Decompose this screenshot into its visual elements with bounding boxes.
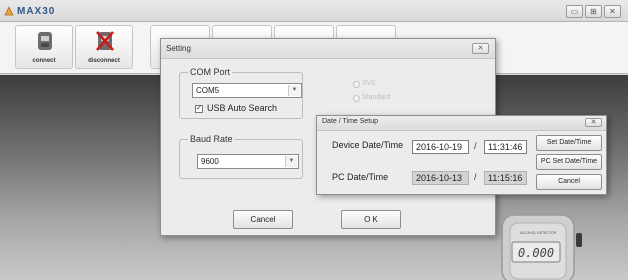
setting-ok-button[interactable]: O K [341, 210, 401, 229]
disconnect-label: disconnect [88, 58, 120, 64]
datetime-close-button[interactable]: ✕ [585, 118, 602, 127]
device-date-separator: / [474, 141, 477, 151]
setting-dialog-titlebar: Setting ✕ [161, 39, 495, 59]
baud-rate-value: 9600 [201, 157, 219, 166]
set-datetime-button[interactable]: Set Date/Time [536, 135, 602, 151]
title-bar: MAX30 ▭ ⊞ ✕ [0, 0, 628, 22]
pc-date-separator: / [474, 172, 477, 182]
com-port-label: COM Port [188, 67, 233, 77]
pc-set-datetime-button[interactable]: PC Set Date/Time [536, 154, 602, 170]
device-datetime-label: Device Date/Time [332, 140, 404, 150]
pc-time-field: 11:15:16 [484, 171, 527, 185]
baud-rate-group: Baud Rate 9600 ▼ [179, 134, 303, 179]
com-port-value: COM5 [196, 86, 220, 95]
radio-sv0-label: SV0 [362, 80, 376, 87]
com-port-select[interactable]: COM5 ▼ [192, 83, 302, 98]
radio-standard-label: Standard [362, 94, 391, 101]
app-title: MAX30 [17, 6, 56, 17]
connect-button[interactable]: connect [15, 25, 73, 69]
device-time-field[interactable]: 11:31:46 [484, 140, 527, 154]
disconnect-button[interactable]: disconnect [75, 25, 133, 69]
connect-label: connect [32, 58, 56, 64]
radio-sv0[interactable] [353, 81, 360, 88]
setting-dialog-title: Setting [166, 44, 191, 53]
datetime-dialog-title: Date / Time Setup [322, 118, 379, 125]
datetime-dialog: Date / Time Setup ✕ Device Date/Time 201… [316, 115, 607, 195]
datetime-dialog-titlebar: Date / Time Setup ✕ [317, 116, 606, 131]
disconnect-icon [96, 31, 114, 51]
device-brand: ALCOHOL DETECTOR [520, 231, 557, 235]
device-date-field[interactable]: 2016-10-19 [412, 140, 469, 154]
connect-icon [38, 32, 52, 50]
pc-datetime-label: PC Date/Time [332, 172, 389, 182]
maximize-button[interactable]: ⊞ [585, 5, 602, 18]
pc-date-field: 2016-10-13 [412, 171, 469, 185]
com-port-group: COM Port COM5 ▼ ✓ USB Auto Search [179, 67, 303, 119]
app-icon [4, 6, 14, 16]
setting-close-button[interactable]: ✕ [472, 43, 489, 54]
usb-auto-search-label: USB Auto Search [207, 103, 278, 113]
chevron-down-icon: ▼ [285, 156, 297, 167]
setting-cancel-button[interactable]: Cancel [233, 210, 293, 229]
device-display-value: 0.000 [518, 246, 554, 260]
datetime-cancel-button[interactable]: Cancel [536, 174, 602, 190]
baud-rate-select[interactable]: 9600 ▼ [197, 154, 299, 169]
radio-standard[interactable] [353, 95, 360, 102]
breathalyzer-device-image: ALCOHOL DETECTOR 0.000 [501, 214, 582, 280]
minimize-button[interactable]: ▭ [566, 5, 583, 18]
baud-rate-label: Baud Rate [188, 134, 235, 144]
close-button[interactable]: ✕ [604, 5, 621, 18]
usb-auto-search-checkbox[interactable]: ✓ [195, 105, 203, 113]
chevron-down-icon: ▼ [288, 85, 300, 96]
